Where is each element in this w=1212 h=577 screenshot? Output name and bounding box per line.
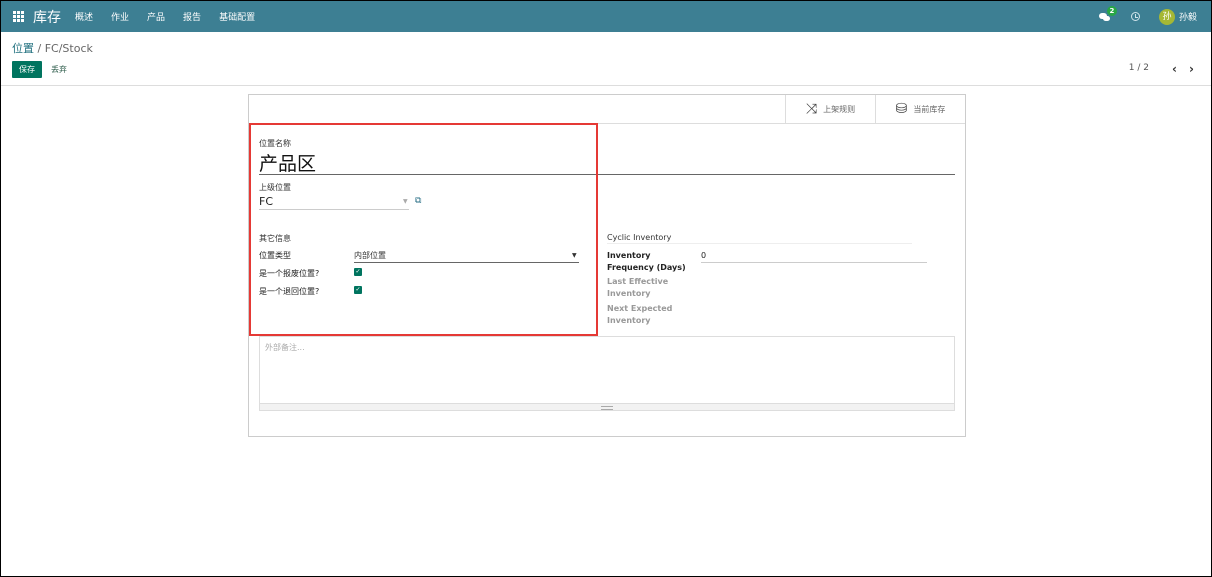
inventory-frequency-input[interactable]: 0 — [701, 251, 706, 260]
caret-down-icon[interactable]: ▼ — [572, 252, 577, 259]
cubes-icon: ⛁ — [895, 101, 908, 117]
menu-item-products[interactable]: 产品 — [147, 10, 165, 23]
scrap-location-label: 是一个报废位置? — [259, 269, 320, 278]
pager-next-icon[interactable]: › — [1189, 62, 1194, 76]
chevron-down-icon[interactable]: ▼ — [403, 198, 408, 205]
breadcrumb: 位置 / FC/Stock — [12, 40, 93, 56]
location-type-select[interactable]: 内部位置 — [354, 250, 579, 261]
menu-item-reporting[interactable]: 报告 — [183, 10, 201, 23]
location-name-input[interactable]: 产品区 — [259, 149, 316, 176]
smart-button-box: ⤨ 上架规则 ⛁ 当前库存 — [785, 95, 965, 123]
shuffle-icon: ⤨ — [805, 101, 818, 117]
inventory-frequency-underline — [701, 262, 927, 263]
resize-grip-icon[interactable] — [260, 403, 954, 410]
parent-location-label: 上级位置 — [259, 183, 291, 192]
scrap-location-checkbox[interactable]: ✓ — [354, 268, 362, 276]
return-location-label: 是一个退回位置? — [259, 287, 320, 296]
location-name-label: 位置名称 — [259, 139, 291, 148]
notes-placeholder: 外部备注... — [265, 343, 305, 352]
activity-clock-icon[interactable] — [1130, 12, 1140, 21]
discard-button[interactable]: 丢弃 — [51, 61, 67, 78]
current-stock-label: 当前库存 — [913, 104, 946, 114]
header-divider — [249, 123, 965, 124]
next-expected-inventory-label: Next Expected Inventory — [607, 304, 673, 325]
parent-location-input[interactable]: FC — [259, 195, 273, 208]
putaway-rules-label: 上架规则 — [823, 104, 856, 114]
pager-value[interactable]: 1 / 2 — [1129, 63, 1149, 73]
form-sheet: ⤨ 上架规则 ⛁ 当前库存 位置名称 产品区 上级位置 FC ▼ ⧉ 其它信息 … — [248, 94, 966, 437]
location-type-underline — [354, 262, 579, 263]
breadcrumb-parent-link[interactable]: 位置 — [12, 42, 34, 55]
avatar[interactable]: 孙 — [1158, 8, 1175, 25]
cyclic-inventory-divider — [607, 243, 912, 244]
pager-previous-icon[interactable]: ‹ — [1172, 62, 1177, 76]
location-type-label: 位置类型 — [259, 251, 291, 260]
save-button[interactable]: 保存 — [12, 61, 42, 78]
return-location-checkbox[interactable]: ✓ — [354, 286, 362, 294]
other-info-title: 其它信息 — [259, 234, 291, 243]
menu-item-operations[interactable]: 作业 — [111, 10, 129, 23]
inventory-frequency-label: Inventory Frequency (Days) — [607, 251, 686, 272]
putaway-rules-button[interactable]: ⤨ 上架规则 — [785, 95, 875, 123]
menu-item-overview[interactable]: 概述 — [75, 10, 93, 23]
external-link-icon[interactable]: ⧉ — [415, 196, 421, 206]
cyclic-inventory-title: Cyclic Inventory — [607, 233, 672, 242]
app-brand[interactable]: 库存 — [33, 7, 61, 27]
breadcrumb-current: FC/Stock — [44, 42, 93, 55]
chat-icon[interactable]: 2 — [1098, 5, 1117, 22]
chat-count-badge: 2 — [1106, 5, 1117, 16]
breadcrumb-separator: / — [34, 42, 45, 55]
top-navbar: 库存 概述 作业 产品 报告 基础配置 2 孙 孙毅 — [1, 1, 1211, 32]
menu-item-configuration[interactable]: 基础配置 — [219, 10, 255, 23]
user-name[interactable]: 孙毅 — [1179, 10, 1197, 23]
control-panel: 位置 / FC/Stock 保存 丢弃 1 / 2 ‹ › — [1, 32, 1211, 86]
parent-location-underline — [259, 209, 409, 210]
last-effective-inventory-label: Last Effective Inventory — [607, 277, 669, 298]
location-name-underline — [259, 174, 955, 175]
external-notes-textarea[interactable]: 外部备注... — [259, 336, 955, 411]
apps-menu-icon[interactable] — [13, 11, 24, 22]
current-stock-button[interactable]: ⛁ 当前库存 — [875, 95, 965, 123]
